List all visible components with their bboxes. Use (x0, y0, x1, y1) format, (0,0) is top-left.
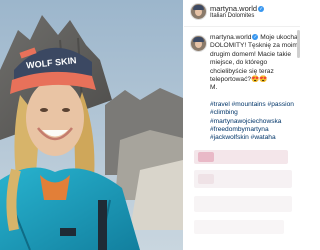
caption-text: Moje ukochane DOLOMITY! Tęsknię za moim … (210, 34, 300, 84)
caption-text-tail: M. (210, 84, 218, 92)
comments-scrollbar[interactable] (297, 30, 300, 58)
author-username[interactable]: martyna.world (210, 4, 257, 13)
verified-badge-icon: ✓ (258, 6, 265, 12)
post-location[interactable]: Italian Dolomites (210, 13, 254, 19)
caption-author-avatar[interactable] (190, 35, 207, 52)
post-photo[interactable]: WOLF SKIN (0, 0, 183, 250)
post-side-panel: martyna.world ✓ Italian Dolomites martyna… (184, 0, 300, 250)
blurred-comment-avatar-1 (198, 152, 214, 162)
blurred-comment-avatar-2 (198, 174, 214, 184)
caption-username[interactable]: martyna.world (210, 34, 251, 41)
instagram-post: WOLF SKIN martyna.world ✓ Italian Dolomit… (0, 0, 300, 250)
caption-hashtags[interactable]: #travel #mountains #passion #climbing #m… (210, 101, 300, 143)
post-caption: martyna.world✓ Moje ukochane DOLOMITY! T… (210, 34, 300, 143)
caption-verified-badge-icon: ✓ (252, 34, 259, 40)
author-avatar[interactable] (190, 3, 207, 20)
post-header: martyna.world ✓ Italian Dolomites (184, 0, 300, 27)
post-photo-image: WOLF SKIN (0, 0, 183, 250)
blurred-comment-4 (194, 220, 284, 234)
blurred-comment-3 (194, 196, 292, 212)
